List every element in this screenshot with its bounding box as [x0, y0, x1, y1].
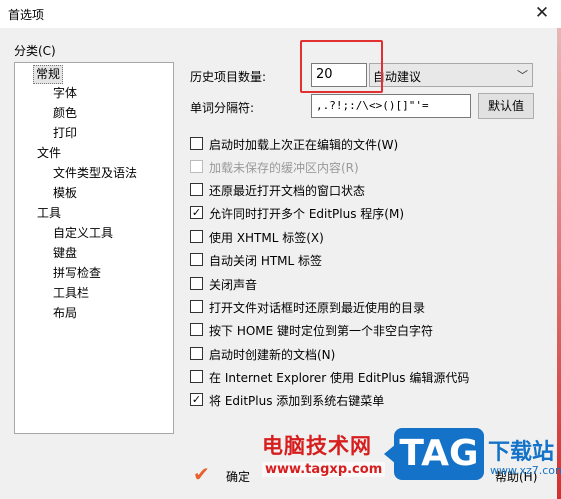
option-label: 按下 HOME 键时定位到第一个非空白字符	[209, 324, 434, 338]
close-icon[interactable]: ✕	[529, 2, 555, 26]
option-label: 关闭声音	[209, 278, 258, 292]
delimiter-input[interactable]: ,.?!;:/\<>()[]"'=	[311, 94, 471, 118]
tree-item-file[interactable]: 文件	[35, 144, 63, 163]
checkmark-icon: ✔	[193, 462, 210, 486]
tree-item-spell-check[interactable]: 拼写检查	[51, 264, 103, 283]
tree-item-font[interactable]: 字体	[51, 84, 79, 103]
checkbox-icon[interactable]	[190, 230, 203, 243]
checkbox-icon[interactable]	[190, 347, 203, 360]
background-window-edge	[557, 28, 561, 499]
checkbox-checked-icon[interactable]: ✓	[190, 393, 203, 406]
delimiter-label: 单词分隔符:	[190, 101, 255, 115]
tree-item-layout[interactable]: 布局	[51, 304, 79, 323]
tree-item-user-tools[interactable]: 自定义工具	[51, 224, 115, 243]
option-label: 允许同时打开多个 EditPlus 程序(M)	[209, 207, 405, 221]
watermark-url: www.tagxp.com	[262, 462, 386, 477]
option-label: 在 Internet Explorer 使用 EditPlus 编辑源代码	[209, 371, 470, 385]
tree-item-print[interactable]: 打印	[51, 124, 79, 143]
default-button[interactable]: 默认值	[478, 93, 534, 119]
history-mode-select[interactable]: 自动建议 ﹀	[369, 63, 533, 87]
checkbox-icon[interactable]	[190, 370, 203, 383]
tree-item-toolbar[interactable]: 工具栏	[51, 284, 91, 303]
preferences-dialog: 首选项 ✕ 分类(C) 常规 字体 颜色 打印 文件 文件类型及语法 模板 工具…	[0, 0, 561, 499]
history-count-value: 20	[316, 67, 333, 82]
checkbox-icon[interactable]	[190, 277, 203, 290]
category-tree[interactable]: 常规 字体 颜色 打印 文件 文件类型及语法 模板 工具 自定义工具 键盘 拼写…	[14, 62, 174, 434]
history-count-label: 历史项目数量:	[190, 70, 267, 84]
checkbox-icon[interactable]	[190, 183, 203, 196]
history-mode-value: 自动建议	[373, 70, 422, 84]
option-label: 启动时加载上次正在编辑的文件(W)	[209, 138, 399, 152]
checkbox-icon[interactable]	[190, 323, 203, 336]
checkbox-checked-icon[interactable]: ✓	[190, 206, 203, 219]
option-label: 还原最近打开文档的窗口状态	[209, 184, 366, 198]
tree-item-keyboard[interactable]: 键盘	[51, 244, 79, 263]
watermark-site: 下载站	[488, 440, 555, 465]
option-label: 启动时创建新的文档(N)	[209, 348, 336, 362]
option-label: 自动关闭 HTML 标签	[209, 254, 323, 268]
delimiter-value: ,.?!;:/\<>()[]"'=	[316, 99, 429, 112]
option-label: 使用 XHTML 标签(X)	[209, 231, 324, 245]
title-bar: 首选项 ✕	[0, 0, 561, 28]
watermark-tag-logo: TAG	[394, 428, 484, 480]
window-title: 首选项	[8, 8, 45, 22]
watermark-text: 电脑技术网	[262, 434, 372, 458]
tree-item-color[interactable]: 颜色	[51, 104, 79, 123]
tree-item-general[interactable]: 常规	[33, 65, 64, 84]
checkbox-icon[interactable]	[190, 300, 203, 313]
ok-button[interactable]: 确定	[226, 468, 250, 485]
tree-item-tools[interactable]: 工具	[35, 204, 63, 223]
tree-item-templates[interactable]: 模板	[51, 184, 79, 203]
option-label: 加载未保存的缓冲区内容(R)	[209, 161, 359, 175]
chevron-down-icon: ﹀	[517, 69, 528, 82]
watermark-site-url: www.xz7.com	[490, 464, 561, 477]
option-label: 打开文件对话框时还原到最近使用的目录	[209, 301, 426, 315]
checkbox-icon[interactable]	[190, 160, 203, 173]
option-label: 将 EditPlus 添加到系统右键菜单	[209, 394, 385, 408]
history-count-input[interactable]: 20	[311, 63, 367, 87]
tree-item-file-types[interactable]: 文件类型及语法	[51, 164, 139, 183]
checkbox-icon[interactable]	[190, 137, 203, 150]
checkbox-icon[interactable]	[190, 253, 203, 266]
category-label: 分类(C)	[14, 44, 56, 58]
